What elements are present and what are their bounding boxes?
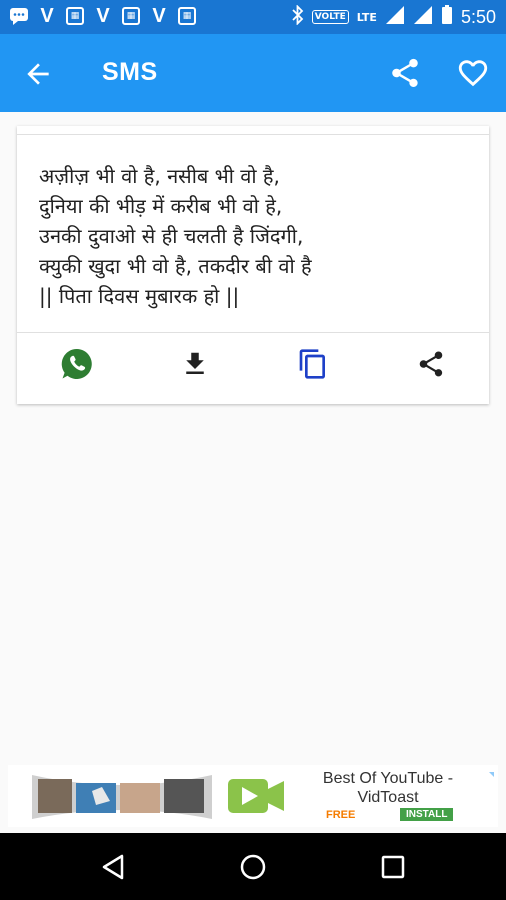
lte-label: LTE [356, 10, 377, 24]
ad-banner[interactable]: Best Of YouTube - VidToast FREE INSTALL [8, 765, 498, 827]
battery-icon [441, 5, 453, 29]
ad-install-button[interactable]: INSTALL [400, 808, 454, 821]
message-line: दुनिया की भीड़ में करीब भी वो हे, [39, 194, 283, 218]
back-arrow-icon[interactable] [22, 58, 54, 90]
copy-icon [297, 348, 329, 384]
ad-free-label: FREE [326, 809, 356, 821]
back-nav-icon[interactable] [98, 851, 130, 883]
calculator-icon: ▦ [64, 6, 86, 26]
share-icon [416, 349, 446, 383]
vidtoast-logo-icon [226, 769, 286, 825]
home-nav-icon[interactable] [237, 851, 269, 883]
page-title: SMS [102, 58, 158, 86]
message-icon [8, 6, 30, 26]
bluetooth-icon [292, 4, 304, 29]
carrier-v-icon: V [40, 4, 54, 27]
recents-nav-icon[interactable] [377, 851, 409, 883]
navigation-bar [0, 833, 506, 900]
share-button[interactable] [411, 346, 451, 386]
whatsapp-share-button[interactable] [57, 346, 97, 386]
ad-info-icon[interactable] [484, 767, 494, 777]
message-line: क्युकी खुदा भी वो है, तकदीर बी वो है [39, 254, 312, 278]
share-icon[interactable] [388, 56, 422, 90]
carrier-v-icon: V [96, 4, 110, 27]
sms-message: अज़ीज़ भी वो है, नसीब भी वो है, दुनिया क… [39, 161, 479, 311]
download-button[interactable] [175, 346, 215, 386]
ad-thumbnails-image [32, 767, 212, 825]
notification-icons: V ▦ V ▦ V ▦ [8, 4, 198, 27]
whatsapp-icon [59, 346, 95, 386]
message-line: || पिता दिवस मुबारक हो || [39, 284, 240, 308]
app-bar: SMS [0, 34, 506, 112]
divider [17, 332, 489, 333]
carrier-v-icon: V [152, 4, 166, 27]
message-line: अज़ीज़ भी वो है, नसीब भी वो है, [39, 164, 280, 188]
calculator-icon: ▦ [120, 6, 142, 26]
message-line: उनकी दुवाओ से ही चलती है जिंदगी, [39, 224, 304, 248]
divider [17, 134, 489, 135]
copy-button[interactable] [293, 346, 333, 386]
volte-badge: VOLTE [311, 10, 349, 24]
clock: 5:50 [460, 6, 496, 27]
signal-icon [413, 5, 433, 29]
ad-title: Best Of YouTube - VidToast [322, 770, 454, 806]
sms-card: अज़ीज़ भी वो है, नसीब भी वो है, दुनिया क… [17, 126, 489, 404]
calculator-icon: ▦ [176, 6, 198, 26]
download-icon [180, 349, 210, 383]
heart-icon[interactable] [456, 56, 490, 90]
system-icons: VOLTE LTE 5:50 [292, 4, 496, 29]
signal-icon [385, 5, 405, 29]
status-bar: V ▦ V ▦ V ▦ VOLTE LTE 5:50 [0, 0, 506, 34]
